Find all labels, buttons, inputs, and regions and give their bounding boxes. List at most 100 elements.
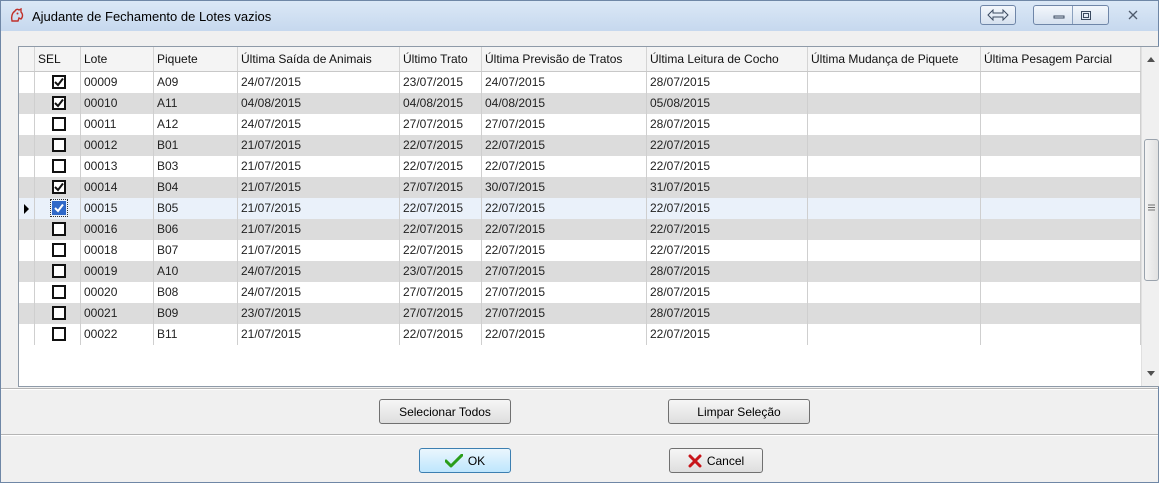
row-indicator[interactable]	[19, 240, 35, 261]
cell-previsao: 27/07/2015	[482, 261, 647, 282]
table-row[interactable]: 00016 B06 21/07/2015 22/07/2015 22/07/2015 22…	[19, 219, 1141, 240]
scroll-down-icon[interactable]	[1147, 371, 1155, 376]
vertical-scrollbar[interactable]	[1141, 47, 1159, 386]
table-row[interactable]: 00021 B09 23/07/2015 27/07/2015 27/07/2015 28…	[19, 303, 1141, 324]
app-icon	[10, 7, 24, 22]
table-row[interactable]: 00019 A10 24/07/2015 23/07/2015 27/07/2015 28…	[19, 261, 1141, 282]
cell-saida: 21/07/2015	[238, 240, 400, 261]
column-header-trato[interactable]: Último Trato	[400, 47, 482, 71]
cell-trato: 27/07/2015	[400, 282, 482, 303]
cell-previsao: 24/07/2015	[482, 72, 647, 93]
scroll-up-icon[interactable]	[1147, 57, 1155, 62]
cell-saida: 24/07/2015	[238, 114, 400, 135]
cell-previsao: 04/08/2015	[482, 93, 647, 114]
cell-trato: 23/07/2015	[400, 261, 482, 282]
lots-grid[interactable]: SEL Lote Piquete Última Saída de Animais…	[18, 46, 1159, 387]
scrollbar-thumb[interactable]	[1144, 139, 1159, 281]
row-indicator[interactable]	[19, 282, 35, 303]
cell-piquete: A12	[154, 114, 238, 135]
table-row[interactable]: 00013 B03 21/07/2015 22/07/2015 22/07/2015 22…	[19, 156, 1141, 177]
minimize-icon	[1053, 15, 1064, 19]
table-row[interactable]: 00012 B01 21/07/2015 22/07/2015 22/07/2015 22…	[19, 135, 1141, 156]
table-row[interactable]: 00015 B05 21/07/2015 22/07/2015 22/07/2015 22…	[19, 198, 1141, 219]
table-row[interactable]: 00022 B11 21/07/2015 22/07/2015 22/07/2015 22…	[19, 324, 1141, 345]
clear-selection-button[interactable]: Limpar Seleção	[668, 399, 810, 424]
cell-saida: 04/08/2015	[238, 93, 400, 114]
cell-mudanca	[808, 177, 981, 198]
checkbox-checked[interactable]	[52, 180, 66, 194]
cell-piquete: B09	[154, 303, 238, 324]
cell-piquete: B08	[154, 282, 238, 303]
ok-button[interactable]: OK	[419, 448, 511, 473]
checkbox-unchecked[interactable]	[52, 138, 66, 152]
checkbox-unchecked[interactable]	[52, 264, 66, 278]
cell-previsao: 22/07/2015	[482, 135, 647, 156]
checkbox-unchecked[interactable]	[52, 117, 66, 131]
cell-trato: 22/07/2015	[400, 324, 482, 345]
checkbox-unchecked[interactable]	[52, 285, 66, 299]
title-bar[interactable]: Ajudante de Fechamento de Lotes vazios	[1, 1, 1158, 31]
cell-trato: 22/07/2015	[400, 135, 482, 156]
cell-piquete: B03	[154, 156, 238, 177]
close-button[interactable]	[1117, 5, 1149, 25]
cell-mudanca	[808, 156, 981, 177]
cell-trato: 27/07/2015	[400, 177, 482, 198]
cell-lote: 00022	[81, 324, 154, 345]
row-indicator[interactable]	[19, 261, 35, 282]
row-indicator[interactable]	[19, 72, 35, 93]
check-icon	[444, 453, 463, 468]
cancel-button[interactable]: Cancel	[669, 448, 763, 473]
checkbox-unchecked[interactable]	[52, 159, 66, 173]
cell-pesagem	[981, 240, 1141, 261]
cell-pesagem	[981, 261, 1141, 282]
column-header-pesagem[interactable]: Última Pesagem Parcial	[981, 47, 1141, 71]
cell-leitura: 28/07/2015	[647, 261, 808, 282]
column-header-piquete[interactable]: Piquete	[154, 47, 238, 71]
cell-saida: 21/07/2015	[238, 177, 400, 198]
cell-previsao: 27/07/2015	[482, 303, 647, 324]
column-header-mudanca[interactable]: Última Mudança de Piquete	[808, 47, 981, 71]
row-indicator[interactable]	[19, 303, 35, 324]
checkbox-unchecked[interactable]	[52, 243, 66, 257]
row-indicator[interactable]	[19, 93, 35, 114]
row-indicator[interactable]	[19, 177, 35, 198]
checkbox-checked[interactable]	[50, 199, 68, 217]
select-all-button[interactable]: Selecionar Todos	[379, 399, 511, 424]
checkbox-unchecked[interactable]	[52, 327, 66, 341]
column-header-previsao[interactable]: Última Previsão de Tratos	[482, 47, 647, 71]
checkbox-checked[interactable]	[52, 96, 66, 110]
grid-header: SEL Lote Piquete Última Saída de Animais…	[19, 47, 1141, 72]
row-indicator[interactable]	[19, 135, 35, 156]
column-header-leitura[interactable]: Última Leitura de Cocho	[647, 47, 808, 71]
maximize-icon	[1080, 10, 1091, 20]
row-indicator[interactable]	[19, 198, 35, 219]
row-indicator[interactable]	[19, 114, 35, 135]
checkbox-checked[interactable]	[52, 75, 66, 89]
table-row[interactable]: 00009 A09 24/07/2015 23/07/2015 24/07/2015 28…	[19, 72, 1141, 93]
cell-pesagem	[981, 303, 1141, 324]
cell-mudanca	[808, 240, 981, 261]
column-header-saida[interactable]: Última Saída de Animais	[238, 47, 400, 71]
cell-piquete: B06	[154, 219, 238, 240]
table-row[interactable]: 00018 B07 21/07/2015 22/07/2015 22/07/2015 22…	[19, 240, 1141, 261]
table-row[interactable]: 00011 A12 24/07/2015 27/07/2015 27/07/2015 28…	[19, 114, 1141, 135]
table-row[interactable]: 00020 B08 24/07/2015 27/07/2015 27/07/2015 28…	[19, 282, 1141, 303]
row-indicator[interactable]	[19, 219, 35, 240]
cell-pesagem	[981, 324, 1141, 345]
minimize-button[interactable]	[1046, 6, 1071, 24]
cell-saida: 21/07/2015	[238, 324, 400, 345]
cell-pesagem	[981, 135, 1141, 156]
cell-mudanca	[808, 261, 981, 282]
table-row[interactable]: 00014 B04 21/07/2015 27/07/2015 30/07/2015 31…	[19, 177, 1141, 198]
row-indicator[interactable]	[19, 324, 35, 345]
cell-saida: 23/07/2015	[238, 303, 400, 324]
column-header-lote[interactable]: Lote	[81, 47, 154, 71]
maximize-button[interactable]	[1072, 6, 1098, 24]
table-row[interactable]: 00010 A11 04/08/2015 04/08/2015 04/08/2015 05…	[19, 93, 1141, 114]
checkbox-unchecked[interactable]	[52, 306, 66, 320]
column-header-sel[interactable]: SEL	[35, 47, 81, 71]
cell-lote: 00019	[81, 261, 154, 282]
row-indicator[interactable]	[19, 156, 35, 177]
resize-arrows-button[interactable]	[980, 5, 1016, 25]
checkbox-unchecked[interactable]	[52, 222, 66, 236]
